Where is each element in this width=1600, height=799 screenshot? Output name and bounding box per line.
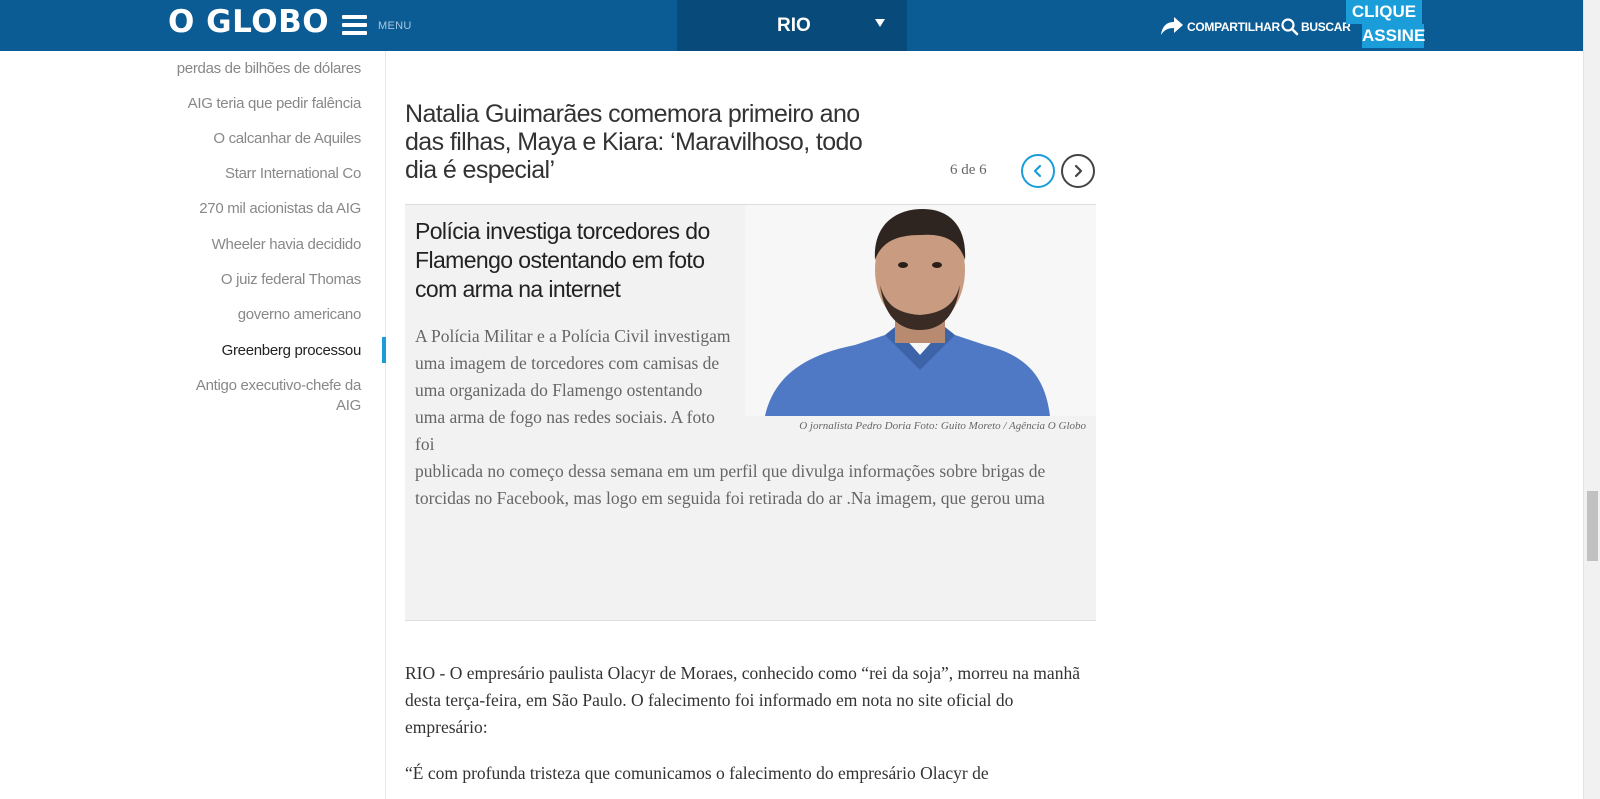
caret-down-icon	[875, 19, 885, 27]
hamburger-icon	[342, 14, 367, 36]
sidebar-item[interactable]: governo americano	[141, 305, 362, 325]
sidebar-item[interactable]: 270 mil acionistas da AIG	[141, 199, 361, 219]
share-arrow-icon	[1161, 17, 1183, 35]
card-excerpt: A Polícia Militar e a Polícia Civil inve…	[415, 323, 1055, 512]
page-scrollbar[interactable]	[1583, 0, 1600, 799]
scrollbar-thumb[interactable]	[1587, 491, 1598, 561]
subscribe-line-1: CLIQUE E	[1346, 0, 1422, 45]
sidebar-item[interactable]: O calcanhar de Aquiles	[141, 129, 361, 149]
share-label: COMPARTILHAR	[1187, 20, 1280, 34]
card-title[interactable]: Polícia investiga torcedores do Flamengo…	[415, 217, 725, 304]
related-story-card[interactable]: O jornalista Pedro Doria Foto: Guito Mor…	[405, 204, 1096, 621]
sidebar-item[interactable]: perdas de bilhões de dólares	[141, 59, 362, 79]
sidebar-item[interactable]: Antigo executivo-chefe da AIG	[181, 376, 361, 416]
section-selector[interactable]: RIO	[677, 0, 907, 51]
sidebar-item[interactable]: AIG teria que pedir falência	[141, 94, 362, 114]
carousel-counter: 6 de 6	[950, 162, 987, 178]
search-icon	[1281, 18, 1299, 36]
chevron-right-icon	[1074, 164, 1083, 178]
card-excerpt-part-2: publicada no começo dessa semana em um p…	[415, 461, 1046, 508]
article-paragraph: “É com profunda tristeza que comunicamos…	[405, 763, 989, 783]
carousel-next-button[interactable]	[1061, 154, 1095, 188]
top-navigation-bar: O GLOBO MENU RIO COMPARTILHAR BUSCAR CLI…	[0, 0, 1583, 51]
subscribe-button[interactable]: CLIQUE E ASSINE	[1346, 0, 1425, 49]
search-label: BUSCAR	[1301, 20, 1351, 34]
section-label: RIO	[777, 15, 811, 36]
sidebar-item-active[interactable]: Greenberg processou	[141, 341, 362, 361]
menu-label: MENU	[378, 20, 412, 32]
card-excerpt-part-1: A Polícia Militar e a Polícia Civil inve…	[415, 326, 731, 454]
sidebar-item[interactable]: Wheeler havia decidido	[141, 235, 362, 255]
related-story-title[interactable]: Natalia Guimarães comemora primeiro ano …	[405, 100, 895, 184]
sidebar-item[interactable]: O juiz federal Thomas	[141, 270, 361, 290]
article-index-sidebar: perdas de bilhões de dólares AIG teria q…	[0, 51, 386, 799]
article-paragraph: RIO - O empresário paulista Olacyr de Mo…	[405, 663, 1080, 737]
site-logo[interactable]: O GLOBO	[168, 4, 329, 40]
menu-button[interactable]: MENU	[342, 14, 412, 38]
sidebar-item[interactable]: Starr International Co	[141, 164, 361, 184]
chevron-left-icon	[1033, 164, 1042, 178]
subscribe-line-2: ASSINE	[1362, 24, 1425, 48]
active-item-marker	[382, 337, 386, 363]
carousel-previous-button[interactable]	[1021, 154, 1055, 188]
